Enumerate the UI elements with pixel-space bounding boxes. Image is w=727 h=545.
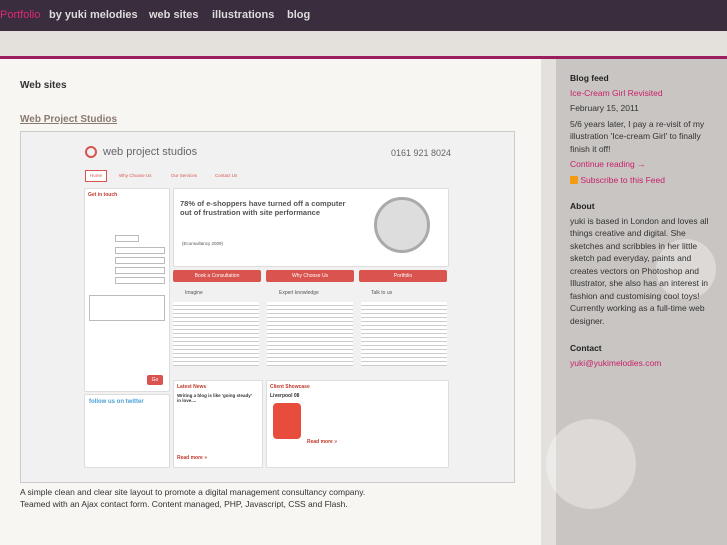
- shot-col-title: Imagine: [185, 290, 203, 296]
- shot-go-button: Go: [147, 375, 163, 385]
- blog-heading: Blog feed: [570, 73, 609, 83]
- liverpool-logo: [273, 403, 301, 439]
- shot-hero: 78% of e-shoppers have turned off a comp…: [173, 188, 449, 267]
- nav-link-web-sites[interactable]: web sites: [149, 9, 199, 21]
- shot-field: [115, 257, 165, 264]
- shot-get-in-touch: Get in touch: [88, 192, 118, 198]
- shot-read-more: Read more »: [307, 439, 338, 445]
- about-heading: About: [570, 201, 595, 211]
- shot-client-showcase: Client Showcase: [270, 384, 310, 390]
- nav-link-blog[interactable]: blog: [287, 9, 310, 21]
- top-nav-bar: Portfolio by yuki melodies web sites ill…: [0, 0, 727, 31]
- continue-reading-link[interactable]: Continue reading →: [570, 158, 715, 171]
- decorative-flower: [546, 419, 636, 509]
- shot-follow-twitter: follow us on twitter: [89, 399, 144, 405]
- post-excerpt: 5/6 years later, I pay a re-visit of my …: [570, 118, 705, 154]
- shot-col-text: [173, 302, 259, 366]
- shot-logo: web project studios: [103, 146, 198, 158]
- rss-icon: [570, 176, 578, 185]
- shot-tab-home: Home: [85, 170, 108, 182]
- about-text: yuki is based in London and loves all th…: [570, 215, 709, 326]
- shot-field: [115, 235, 139, 242]
- shot-columns: Imagine Expert knowledge Talk to us: [173, 288, 447, 378]
- shot-client-name: Liverpool 08: [270, 393, 300, 399]
- shot-tab: Why Choose Us: [119, 173, 152, 178]
- shot-news-title: Writing a blog is like 'going steady' in…: [177, 393, 252, 403]
- project-screenshot: web project studios 0161 921 8024 Home W…: [20, 131, 515, 483]
- shot-field: [115, 247, 165, 254]
- shot-latest-news: Latest News: [177, 384, 207, 390]
- description-line: A simple clean and clear site layout to …: [20, 487, 366, 497]
- project-title-link[interactable]: Web Project Studios: [20, 114, 117, 125]
- shot-hero-text: 78% of e-shoppers have turned off a comp…: [180, 199, 346, 217]
- shot-tab: Contact Us: [215, 173, 238, 178]
- shot-news-box: Latest News Writing a blog is like 'goin…: [173, 380, 263, 468]
- shot-field: [115, 267, 165, 274]
- page-heading: Web sites: [20, 80, 67, 91]
- shot-read-more: Read more »: [177, 455, 208, 461]
- shot-field: [115, 277, 165, 284]
- subscribe-link[interactable]: Subscribe to this Feed: [580, 175, 665, 185]
- sidebar-contact: Contact yuki@yukimelodies.com: [570, 342, 715, 369]
- brand-portfolio[interactable]: Portfolio: [0, 9, 40, 21]
- project-description: A simple clean and clear site layout to …: [20, 486, 520, 510]
- shot-button: Portfolio: [359, 270, 447, 282]
- contact-email-link[interactable]: yuki@yukimelodies.com: [570, 357, 715, 370]
- sidebar-about: About yuki is based in London and loves …: [570, 200, 715, 327]
- shot-textarea: [89, 295, 165, 321]
- shot-client-box: Client Showcase Liverpool 08 Read more »: [266, 380, 449, 468]
- brand-name[interactable]: by yuki melodies: [49, 9, 138, 21]
- stopwatch-icon: [374, 197, 430, 253]
- shot-button: Why Choose Us: [266, 270, 354, 282]
- shot-tab: Our Services: [171, 173, 198, 178]
- shot-twitter-box: follow us on twitter: [84, 394, 170, 468]
- shot-phone: 0161 921 8024: [391, 148, 452, 158]
- shot-form-box: Get in touch Go: [84, 188, 170, 392]
- sidebar-blog: Blog feed Ice-Cream Girl Revisited Febru…: [570, 72, 715, 186]
- shot-tabs: Home Why Choose Us Our Services Contact …: [85, 170, 447, 182]
- post-date: February 15, 2011: [570, 103, 639, 113]
- shot-button: Book a Consultation: [173, 270, 261, 282]
- description-line: Teamed with an Ajax contact form. Conten…: [20, 499, 348, 509]
- logo-icon: [85, 146, 97, 158]
- post-title-link[interactable]: Ice-Cream Girl Revisited: [570, 87, 715, 100]
- shot-col-text: [267, 302, 353, 366]
- contact-heading: Contact: [570, 343, 602, 353]
- nav-link-illustrations[interactable]: illustrations: [212, 9, 274, 21]
- shot-hero-source: (Econsultancy 2009): [182, 241, 224, 246]
- shot-col-title: Talk to us: [371, 290, 393, 296]
- shot-col-text: [361, 302, 447, 366]
- shot-col-title: Expert knowledge: [279, 290, 319, 296]
